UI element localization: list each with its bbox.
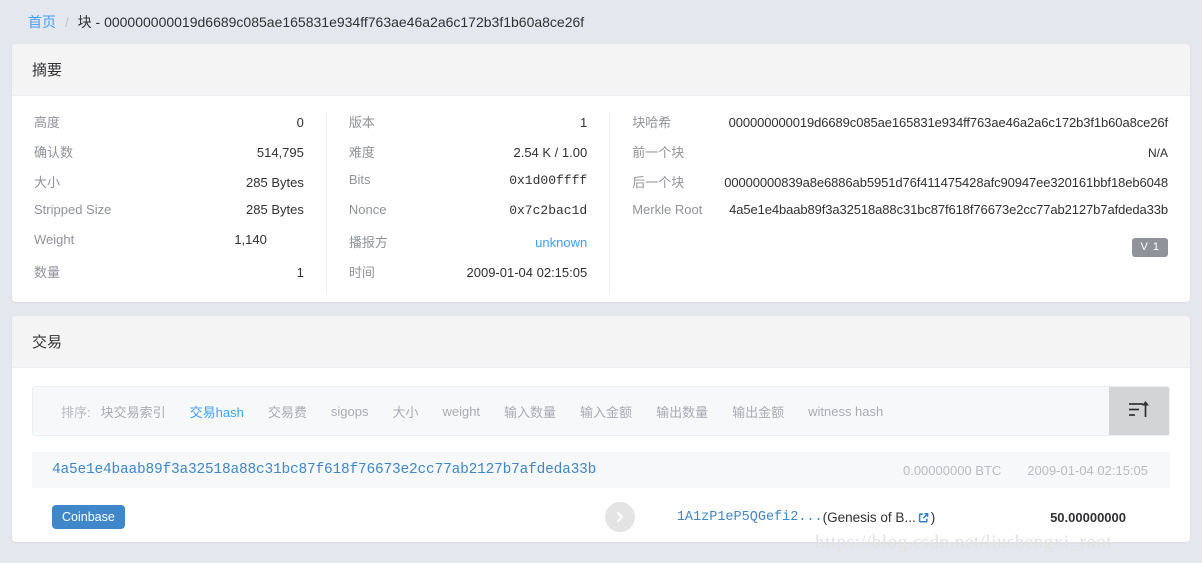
summary-value-prev-block: N/A bbox=[1147, 146, 1168, 160]
table-row: 4a5e1e4baab89f3a32518a88c31bc87f618f7667… bbox=[32, 452, 1170, 488]
sort-option-fee[interactable]: 交易费 bbox=[268, 402, 307, 421]
summary-row-weight: Weight 1,140 bbox=[34, 232, 304, 262]
summary-row-relayed-by: 播报方 unknown bbox=[349, 232, 587, 262]
summary-key-confirmations: 确认数 bbox=[34, 145, 74, 160]
transactions-card-body: 排序: 块交易索引 交易hash 交易费 sigops 大小 weight 输入… bbox=[12, 368, 1190, 542]
summary-value-relayed-by[interactable]: unknown bbox=[535, 235, 587, 250]
summary-key-size: 大小 bbox=[34, 175, 61, 190]
summary-value-height: 0 bbox=[296, 115, 304, 130]
sort-options: 排序: 块交易索引 交易hash 交易费 sigops 大小 weight 输入… bbox=[33, 387, 1109, 435]
breadcrumb: 首页 / 块 - 000000000019d6689c085ae165831e9… bbox=[0, 0, 1202, 44]
summary-value-next-block[interactable]: 00000000839a8e6886ab5951d76f411475428afc… bbox=[724, 175, 1168, 190]
summary-key-weight: Weight bbox=[34, 232, 75, 247]
summary-row-time: 时间 2009-01-04 02:15:05 bbox=[349, 262, 587, 292]
chevron-right-icon[interactable] bbox=[604, 502, 635, 532]
sort-option-input-count[interactable]: 输入数量 bbox=[504, 402, 556, 421]
summary-version-badge-row: V 1 bbox=[632, 232, 1168, 262]
summary-value-size: 285 Bytes bbox=[246, 175, 304, 190]
transactions-card-title: 交易 bbox=[12, 316, 1190, 368]
sort-option-input-amount[interactable]: 输入金额 bbox=[580, 402, 632, 421]
sort-option-weight[interactable]: weight bbox=[442, 404, 480, 419]
summary-key-block-hash: 块哈希 bbox=[632, 115, 672, 130]
sort-option-sigops[interactable]: sigops bbox=[331, 404, 369, 419]
summary-key-prev-block: 前一个块 bbox=[632, 145, 685, 160]
summary-value-version: 1 bbox=[579, 115, 588, 130]
summary-key-stripped-size: Stripped Size bbox=[34, 202, 112, 217]
summary-row-stripped-size: Stripped Size 285 Bytes bbox=[34, 202, 304, 232]
summary-card-body: 高度 0 确认数 514,795 大小 285 Bytes Stripped S… bbox=[12, 96, 1190, 302]
summary-row-merkle-root: Merkle Root 4a5e1e4baab89f3a32518a88c31b… bbox=[632, 202, 1168, 232]
breadcrumb-separator: / bbox=[65, 14, 69, 30]
summary-row-confirmations: 确认数 514,795 bbox=[34, 142, 304, 172]
output-label-close: ) bbox=[930, 509, 936, 525]
summary-value-nonce: 0x7c2bac1d bbox=[509, 203, 588, 218]
summary-card: 摘要 高度 0 确认数 514,795 大小 285 Bytes Strippe… bbox=[12, 44, 1190, 302]
coinbase-badge[interactable]: Coinbase bbox=[52, 505, 125, 529]
summary-row-block-hash: 块哈希 000000000019d6689c085ae165831e934ff7… bbox=[632, 112, 1168, 142]
summary-row-version: 版本 1 bbox=[349, 112, 587, 142]
breadcrumb-home-link[interactable]: 首页 bbox=[28, 12, 56, 32]
summary-value-weight: 1,140 bbox=[234, 232, 267, 247]
output-label-open: (Genesis of B... bbox=[822, 509, 916, 525]
sort-direction-button[interactable] bbox=[1109, 387, 1169, 435]
sort-bar-label: 排序: bbox=[61, 404, 91, 420]
transaction-io-row: Coinbase 1A1zP1eP5QGefi2... (Genesis of … bbox=[32, 488, 1170, 542]
summary-value-merkle-root: 4a5e1e4baab89f3a32518a88c31bc87f618f7667… bbox=[729, 202, 1168, 217]
version-badge: V 1 bbox=[1132, 237, 1168, 257]
sort-ascending-icon bbox=[1128, 400, 1150, 423]
summary-value-time: 2009-01-04 02:15:05 bbox=[466, 265, 588, 280]
summary-key-difficulty: 难度 bbox=[348, 145, 375, 160]
summary-key-version: 版本 bbox=[348, 115, 375, 130]
summary-key-tx-count: 数量 bbox=[34, 265, 61, 280]
output-amount: 50.00000000 bbox=[1050, 509, 1126, 525]
summary-column-left: 高度 0 确认数 514,795 大小 285 Bytes Stripped S… bbox=[12, 112, 326, 292]
summary-row-difficulty: 难度 2.54 K / 1.00 bbox=[349, 142, 587, 172]
sort-option-output-count[interactable]: 输出数量 bbox=[656, 402, 708, 421]
sort-option-size[interactable]: 大小 bbox=[392, 402, 418, 421]
transaction-hash-link[interactable]: 4a5e1e4baab89f3a32518a88c31bc87f618f7667… bbox=[52, 462, 596, 478]
summary-key-time: 时间 bbox=[348, 265, 375, 280]
external-link-icon[interactable] bbox=[917, 511, 930, 524]
summary-row-next-block: 后一个块 00000000839a8e6886ab5951d76f4114754… bbox=[632, 172, 1168, 202]
summary-value-confirmations: 514,795 bbox=[256, 145, 304, 160]
output-address-link[interactable]: 1A1zP1eP5QGefi2... bbox=[677, 510, 823, 525]
summary-value-stripped-size: 285 Bytes bbox=[246, 202, 304, 217]
summary-row-height: 高度 0 bbox=[34, 112, 304, 142]
summary-key-relayed-by: 播报方 bbox=[348, 235, 388, 250]
sort-bar: 排序: 块交易索引 交易hash 交易费 sigops 大小 weight 输入… bbox=[32, 386, 1170, 436]
output-amount-wrapper: 50.00000000 bbox=[1050, 510, 1148, 525]
summary-key-merkle-root: Merkle Root bbox=[632, 202, 703, 217]
summary-row-size: 大小 285 Bytes bbox=[34, 172, 304, 202]
summary-key-nonce: Nonce bbox=[348, 202, 387, 217]
summary-key-bits: Bits bbox=[348, 172, 371, 187]
sort-option-witness-hash[interactable]: witness hash bbox=[808, 404, 883, 419]
summary-value-tx-count: 1 bbox=[296, 265, 304, 280]
sort-option-tx-hash[interactable]: 交易hash bbox=[190, 402, 244, 421]
transactions-card: 交易 排序: 块交易索引 交易hash 交易费 sigops 大小 weight… bbox=[12, 316, 1190, 542]
summary-grid: 高度 0 确认数 514,795 大小 285 Bytes Stripped S… bbox=[12, 112, 1190, 292]
summary-row-prev-block: 前一个块 N/A bbox=[632, 142, 1168, 172]
summary-value-bits: 0x1d00ffff bbox=[509, 173, 588, 188]
transaction-meta: 0.00000000 BTC 2009-01-04 02:15:05 bbox=[903, 463, 1148, 478]
summary-value-block-hash[interactable]: 000000000019d6689c085ae165831e934ff763ae… bbox=[729, 115, 1169, 130]
transaction-output: 1A1zP1eP5QGefi2... (Genesis of B... ) bbox=[677, 510, 935, 525]
summary-row-tx-count: 数量 1 bbox=[34, 262, 304, 292]
summary-column-right: 块哈希 000000000019d6689c085ae165831e934ff7… bbox=[609, 112, 1190, 292]
summary-key-height: 高度 bbox=[34, 115, 61, 130]
summary-key-next-block: 后一个块 bbox=[632, 175, 685, 190]
summary-row-bits: Bits 0x1d00ffff bbox=[349, 172, 587, 202]
breadcrumb-current: 块 - 000000000019d6689c085ae165831e934ff7… bbox=[77, 14, 585, 30]
transaction-fee: 0.00000000 BTC bbox=[902, 462, 1002, 478]
sort-option-block-index[interactable]: 块交易索引 bbox=[101, 402, 166, 421]
sort-option-output-amount[interactable]: 输出金额 bbox=[732, 402, 784, 421]
summary-value-difficulty: 2.54 K / 1.00 bbox=[513, 145, 588, 160]
summary-card-title: 摘要 bbox=[12, 44, 1190, 96]
transaction-time: 2009-01-04 02:15:05 bbox=[1027, 462, 1148, 478]
summary-row-nonce: Nonce 0x7c2bac1d bbox=[349, 202, 587, 232]
summary-column-middle: 版本 1 难度 2.54 K / 1.00 Bits 0x1d00ffff No… bbox=[325, 112, 609, 292]
